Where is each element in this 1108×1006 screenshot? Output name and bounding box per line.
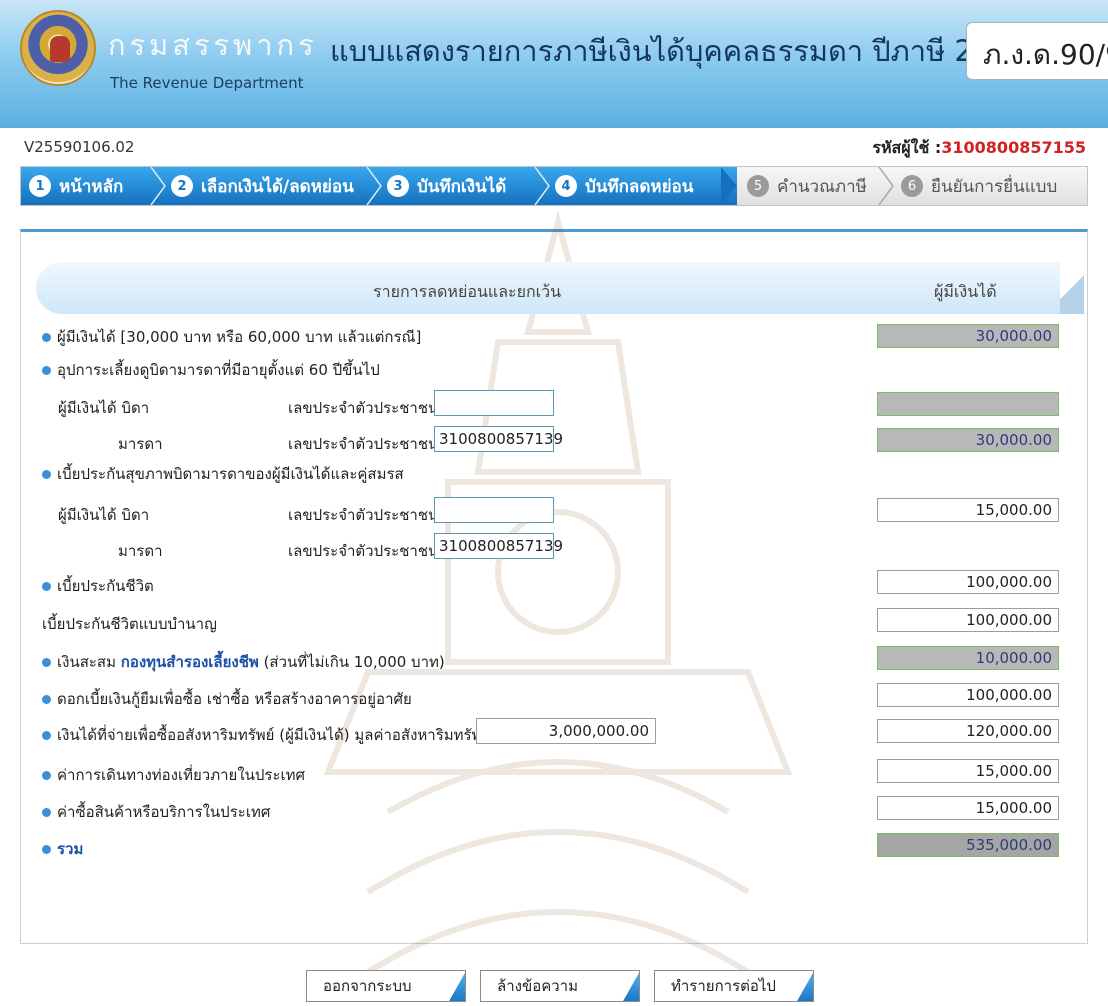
ps-father-amount-field (877, 392, 1059, 416)
row-pension-insurance-label: เบี้ยประกันชีวิตแบบบำนาญ (42, 615, 217, 633)
row-provident-fund-label: เงินสะสม กองทุนสำรองเลี้ยงชีพ (ส่วนที่ไม… (42, 650, 445, 674)
taxpayer-amount-field: 30,000.00 (877, 324, 1059, 348)
step-4-record-deductions[interactable]: 4 บันทึกลดหย่อน (555, 167, 693, 205)
clear-form-button[interactable]: ล้างข้อความ (480, 970, 640, 1002)
step-5-calculate-tax[interactable]: 5 คำนวณภาษี (747, 167, 867, 205)
user-id-value: 3100800857155 (941, 138, 1086, 157)
column-header-taxpayer: ผู้มีเงินได้ (934, 282, 997, 301)
row-property-purchase-label: เงินได้ที่จ่ายเพื่อซื้ออสังหาริมทรัพย์ (… (42, 723, 490, 747)
version-label: V25590106.02 (24, 138, 135, 156)
ps-father-id-label: เลขประจำตัวประชาชน (288, 399, 439, 417)
row-parent-health-label: เบี้ยประกันสุขภาพบิดามารดาของผู้มีเงินได… (42, 462, 404, 486)
row-domestic-shopping-label: ค่าซื้อสินค้าหรือบริการในประเทศ (42, 800, 270, 824)
ps-mother-id-input[interactable]: 3100800857139 (434, 426, 563, 452)
department-name-english: The Revenue Department (110, 74, 304, 92)
next-button[interactable]: ทำรายการต่อไป (654, 970, 814, 1002)
row-domestic-travel-label: ค่าการเดินทางท่องเที่ยวภายในประเทศ (42, 763, 305, 787)
ps-mother-label: มารดา (118, 435, 163, 453)
row-life-insurance-label: เบี้ยประกันชีวิต (42, 574, 154, 598)
bullet-icon (42, 658, 51, 667)
wizard-step-bar: 1 หน้าหลัก 2 เลือกเงินได้/ลดหย่อน 3 บันทึกเ… (20, 166, 1088, 206)
domestic-shopping-input[interactable]: 15,000.00 (877, 796, 1059, 820)
ph-father-id-label: เลขประจำตัวประชาชน (288, 506, 439, 524)
home-loan-interest-input[interactable]: 100,000.00 (877, 683, 1059, 707)
bullet-icon (42, 582, 51, 591)
provident-fund-amount-field: 10,000.00 (877, 646, 1059, 670)
app-header: กรมสรรพากร The Revenue Department แบบแสด… (0, 0, 1108, 128)
row-home-loan-label: ดอกเบี้ยเงินกู้ยืมเพื่อซื้อ เช่าซื้อ หรื… (42, 687, 412, 711)
user-id-caption: รหัสผู้ใช้ : (872, 138, 942, 157)
bullet-icon (42, 333, 51, 342)
property-value-input[interactable]: 3,000,000.00 (476, 718, 656, 744)
ph-mother-label: มารดา (118, 542, 163, 560)
step-6-confirm-submit[interactable]: 6 ยืนยันการยื่นแบบ (901, 167, 1057, 205)
domestic-travel-input[interactable]: 15,000.00 (877, 759, 1059, 783)
ph-father-amount-input[interactable]: 15,000.00 (877, 498, 1059, 522)
user-id-label: รหัสผู้ใช้ :3100800857155 (872, 136, 1086, 161)
bullet-icon (42, 808, 51, 817)
ps-mother-amount-field: 30,000.00 (877, 428, 1059, 452)
step-2-select-income[interactable]: 2 เลือกเงินได้/ลดหย่อน (171, 167, 354, 205)
row-parent-support-label: อุปการะเลี้ยงดูบิดามารดาที่มีอายุตั้งแต่… (42, 358, 380, 382)
step-3-record-income[interactable]: 3 บันทึกเงินได้ (387, 167, 506, 205)
step-1-home[interactable]: 1 หน้าหลัก (29, 167, 123, 205)
column-header-items: รายการลดหย่อนและยกเว้น (373, 282, 562, 301)
bullet-icon (42, 731, 51, 740)
ph-father-id-input[interactable] (434, 497, 554, 523)
property-deduction-input[interactable]: 120,000.00 (877, 719, 1059, 743)
department-name-thai: กรมสรรพากร (108, 28, 318, 62)
row-total-label: รวม (42, 837, 83, 861)
ps-father-label: ผู้มีเงินได้ บิดา (58, 399, 150, 417)
ph-father-label: ผู้มีเงินได้ บิดา (58, 506, 150, 524)
ph-mother-id-label: เลขประจำตัวประชาชน (288, 542, 439, 560)
ps-mother-id-label: เลขประจำตัวประชาชน (288, 435, 439, 453)
bullet-icon (42, 845, 51, 854)
life-insurance-input[interactable]: 100,000.00 (877, 570, 1059, 594)
form-code: ภ.ง.ด.90/91 (966, 22, 1108, 80)
bullet-icon (42, 695, 51, 704)
bullet-icon (42, 771, 51, 780)
ph-mother-id-input[interactable]: 3100800857139 (434, 533, 563, 559)
pension-insurance-input[interactable]: 100,000.00 (877, 608, 1059, 632)
form-title: แบบแสดงรายการภาษีเงินได้บุคคลธรรมดา ปีภา… (330, 34, 1029, 68)
ps-father-id-input[interactable] (434, 390, 554, 416)
row-taxpayer-label: ผู้มีเงินได้ [30,000 บาท หรือ 60,000 บาท… (42, 325, 421, 349)
total-amount-field: 535,000.00 (877, 833, 1059, 857)
provident-fund-highlight: กองทุนสำรองเลี้ยงชีพ (120, 653, 259, 671)
bullet-icon (42, 470, 51, 479)
logout-button[interactable]: ออกจากระบบ (306, 970, 466, 1002)
bullet-icon (42, 366, 51, 375)
revenue-department-logo (20, 10, 96, 86)
